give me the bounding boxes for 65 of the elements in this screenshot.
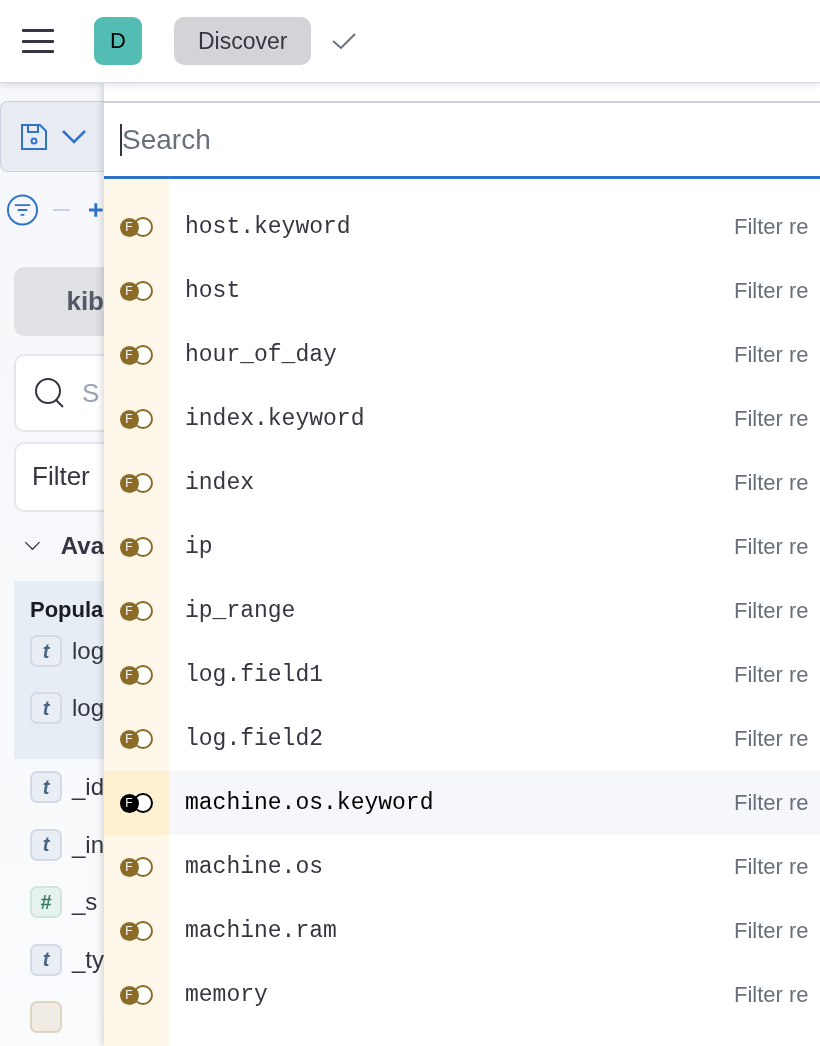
suggestion-description: Filter re bbox=[734, 342, 810, 368]
add-icon[interactable] bbox=[88, 202, 104, 219]
suggestion-description: Filter re bbox=[734, 598, 810, 624]
suggestion-description: Filter re bbox=[734, 214, 810, 240]
suggestion-name: log.field1 bbox=[185, 662, 325, 688]
filter-icon bbox=[6, 193, 39, 228]
breadcrumb[interactable]: Discover bbox=[174, 17, 312, 65]
field-name[interactable]: log bbox=[72, 694, 104, 722]
field-type-token: t bbox=[30, 635, 62, 667]
suggestion-item[interactable]: F machine.os Filter re bbox=[104, 835, 820, 899]
suggestion-item[interactable]: F log.field2 Filter re bbox=[104, 707, 820, 771]
check-icon bbox=[331, 31, 358, 51]
field-type-token: t bbox=[30, 943, 62, 976]
index-pattern-button[interactable]: kib bbox=[14, 266, 104, 337]
suggestion-name: log.field2 bbox=[185, 726, 325, 752]
suggestion-name: ip bbox=[185, 534, 214, 560]
filter-button[interactable]: Filter bbox=[14, 442, 104, 512]
suggestion-name: hour_of_day bbox=[185, 342, 338, 368]
suggestion-item[interactable]: F host.keyword Filter re bbox=[104, 195, 820, 259]
suggestion-description: Filter re bbox=[734, 470, 810, 496]
field-name[interactable]: _ty bbox=[72, 945, 104, 974]
field-search-field[interactable]: S bbox=[14, 354, 104, 433]
suggestion-name: host bbox=[185, 278, 242, 304]
field-name[interactable]: _in bbox=[72, 830, 104, 859]
search-field[interactable]: Search bbox=[104, 101, 820, 179]
suggestion-description: Filter re bbox=[734, 278, 810, 304]
suggestion-name: machine.os.keyword bbox=[185, 790, 435, 816]
field-name[interactable]: log bbox=[72, 637, 104, 665]
suggestion-name: host.keyword bbox=[185, 214, 352, 240]
chevron-down-icon bbox=[61, 128, 87, 145]
save-query-button[interactable] bbox=[0, 101, 104, 173]
suggestion-item[interactable]: F index Filter re bbox=[104, 451, 820, 515]
suggestion-name: machine.os bbox=[185, 854, 325, 880]
suggestion-name: memory bbox=[185, 982, 269, 1008]
suggestion-item[interactable]: F host Filter re bbox=[104, 259, 820, 323]
field-type-token: t bbox=[30, 771, 62, 804]
suggestion-item[interactable]: F machine.ram Filter re bbox=[104, 899, 820, 963]
field-name[interactable]: _s bbox=[72, 888, 98, 917]
suggestion-description: Filter re bbox=[734, 854, 810, 880]
suggestion-name: machine.ram bbox=[185, 918, 338, 944]
suggestion-item[interactable]: F ip Filter re bbox=[104, 515, 820, 579]
section-title: Ava bbox=[60, 532, 104, 561]
suggestion-description: Filter re bbox=[734, 662, 810, 688]
suggestion-description: Filter re bbox=[734, 982, 810, 1008]
field-type-token: # bbox=[30, 886, 62, 919]
menu-icon[interactable] bbox=[22, 29, 54, 53]
field-type-token: t bbox=[30, 692, 62, 724]
suggestion-item[interactable]: F log.field1 Filter re bbox=[104, 643, 820, 707]
suggestion-item[interactable]: F index.keyword Filter re bbox=[104, 387, 820, 451]
space-avatar[interactable]: D bbox=[94, 17, 142, 65]
suggestion-name: index bbox=[185, 470, 255, 496]
suggestion-description: Filter re bbox=[734, 406, 810, 432]
suggestion-description: Filter re bbox=[734, 790, 810, 816]
suggestion-description: Filter re bbox=[734, 726, 810, 752]
field-name[interactable]: _id bbox=[72, 773, 104, 802]
suggestion-description: Filter re bbox=[734, 534, 810, 560]
section-title: Popula bbox=[30, 596, 104, 623]
suggestion-item[interactable]: F memory Filter re bbox=[104, 963, 820, 1027]
suggestion-item[interactable]: F machine.os.keyword Filter re bbox=[104, 771, 820, 835]
field-type-token: t bbox=[30, 828, 62, 861]
suggestion-description: Filter re bbox=[734, 918, 810, 944]
suggestion-name: ip_range bbox=[185, 598, 297, 624]
suggestion-item[interactable]: F ip_range Filter re bbox=[104, 579, 820, 643]
suggestion-name: index.keyword bbox=[185, 406, 366, 432]
suggestion-item[interactable]: F hour_of_day Filter re bbox=[104, 323, 820, 387]
